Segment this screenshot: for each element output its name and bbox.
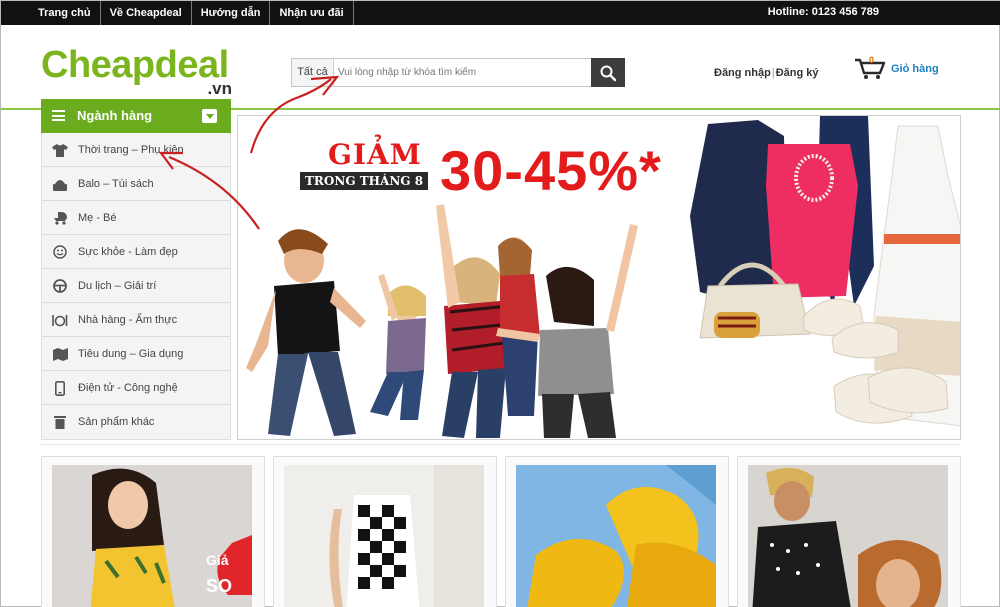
category-label: Mẹ - Bé bbox=[78, 212, 117, 224]
product-image-checkered-dress bbox=[284, 465, 484, 607]
stroller-icon bbox=[52, 211, 68, 225]
category-item-health-beauty[interactable]: Sực khỏe - Làm đẹp bbox=[42, 235, 230, 269]
category-label: Nhà hàng - Ẩm thực bbox=[78, 314, 178, 326]
logo-wordmark: Cheapdeal bbox=[41, 44, 229, 86]
trash-icon bbox=[52, 415, 68, 429]
login-link[interactable]: Đăng nhập bbox=[714, 67, 771, 79]
category-item-household[interactable]: Tiêu dung – Gia dụng bbox=[42, 337, 230, 371]
search-category-select[interactable]: Tất cả bbox=[292, 59, 334, 86]
category-list: Thời trang – Phụ kiện Balo – Túi sách Mẹ… bbox=[41, 133, 231, 440]
category-item-fashion[interactable]: Thời trang – Phụ kiện bbox=[42, 133, 230, 167]
steering-wheel-icon bbox=[52, 279, 68, 293]
sale-badge-bottom: SO bbox=[206, 576, 233, 596]
promo-subheadline: TRONG THÁNG 8 bbox=[300, 172, 429, 190]
bag-icon bbox=[52, 177, 68, 191]
top-navigation-bar: Trang chủ Về Cheapdeal Hướng dẫn Nhận ưu… bbox=[1, 1, 1000, 25]
shirt-icon bbox=[52, 143, 68, 157]
account-separator: | bbox=[771, 67, 775, 79]
product-card[interactable] bbox=[737, 456, 961, 607]
site-logo[interactable]: Cheapdeal .vn bbox=[41, 45, 236, 101]
category-item-other[interactable]: Sản phẩm khác bbox=[42, 405, 230, 439]
smiley-icon bbox=[52, 245, 68, 259]
cart-count-badge: 0 bbox=[869, 55, 875, 65]
category-item-travel[interactable]: Du lịch – Giải trí bbox=[42, 269, 230, 303]
promo-percent: 30-45%* bbox=[440, 139, 662, 202]
category-label: Điện tử - Công nghệ bbox=[78, 382, 178, 394]
logo-domain-suffix: .vn bbox=[207, 79, 232, 98]
category-label: Sực khỏe - Làm đẹp bbox=[78, 246, 178, 258]
category-item-mom-baby[interactable]: Mẹ - Bé bbox=[42, 201, 230, 235]
nav-home-link[interactable]: Trang chủ bbox=[29, 1, 101, 25]
product-card[interactable]: Giả SO bbox=[41, 456, 265, 607]
product-card[interactable] bbox=[273, 456, 497, 607]
nav-about-link[interactable]: Về Cheapdeal bbox=[101, 1, 192, 25]
category-label: Thời trang – Phụ kiện bbox=[78, 144, 184, 156]
phone-icon bbox=[52, 380, 68, 396]
cart-label: Giỏ hàng bbox=[891, 63, 939, 75]
account-links: Đăng nhập|Đăng ký bbox=[714, 67, 819, 79]
category-menu-title: Ngành hàng bbox=[77, 108, 153, 123]
chevron-down-icon[interactable] bbox=[202, 109, 217, 123]
map-icon bbox=[52, 347, 68, 361]
category-item-bags[interactable]: Balo – Túi sách bbox=[42, 167, 230, 201]
category-label: Balo – Túi sách bbox=[78, 178, 154, 190]
search-button[interactable] bbox=[591, 58, 625, 87]
hotline-text: Hotline: 0123 456 789 bbox=[767, 6, 879, 18]
product-image-yellow-flowers bbox=[516, 465, 716, 607]
section-divider bbox=[41, 444, 961, 445]
dancing-people-image bbox=[246, 204, 638, 438]
product-image-hair-stylist bbox=[748, 465, 948, 607]
search-bar: Tất cả bbox=[291, 58, 625, 87]
sale-badge-top: Giả bbox=[206, 552, 229, 568]
register-link[interactable]: Đăng ký bbox=[776, 67, 819, 79]
category-item-electronics[interactable]: Điện tử - Công nghệ bbox=[42, 371, 230, 405]
promo-headline: GIẢM bbox=[328, 138, 422, 171]
category-label: Tiêu dung – Gia dụng bbox=[78, 348, 184, 360]
category-label: Sản phẩm khác bbox=[78, 416, 155, 428]
category-item-restaurant[interactable]: Nhà hàng - Ẩm thực bbox=[42, 303, 230, 337]
sale-badge: Giả SO bbox=[206, 547, 264, 600]
restaurant-icon bbox=[52, 313, 68, 327]
nav-deals-link[interactable]: Nhận ưu đãi bbox=[270, 1, 354, 25]
search-input[interactable] bbox=[338, 59, 588, 86]
category-label: Du lịch – Giải trí bbox=[78, 280, 157, 292]
product-card[interactable] bbox=[505, 456, 729, 607]
category-menu-header[interactable]: Ngành hàng bbox=[41, 99, 231, 133]
promo-banner[interactable]: GIẢM TRONG THÁNG 8 30-45%* bbox=[237, 115, 961, 440]
fashion-products-image bbox=[690, 116, 960, 427]
search-icon bbox=[600, 65, 617, 81]
menu-icon bbox=[52, 110, 65, 121]
top-nav-links: Trang chủ Về Cheapdeal Hướng dẫn Nhận ưu… bbox=[29, 1, 354, 25]
cart-button[interactable]: 0 Giỏ hàng bbox=[854, 55, 954, 79]
nav-guide-link[interactable]: Hướng dẫn bbox=[192, 1, 271, 25]
